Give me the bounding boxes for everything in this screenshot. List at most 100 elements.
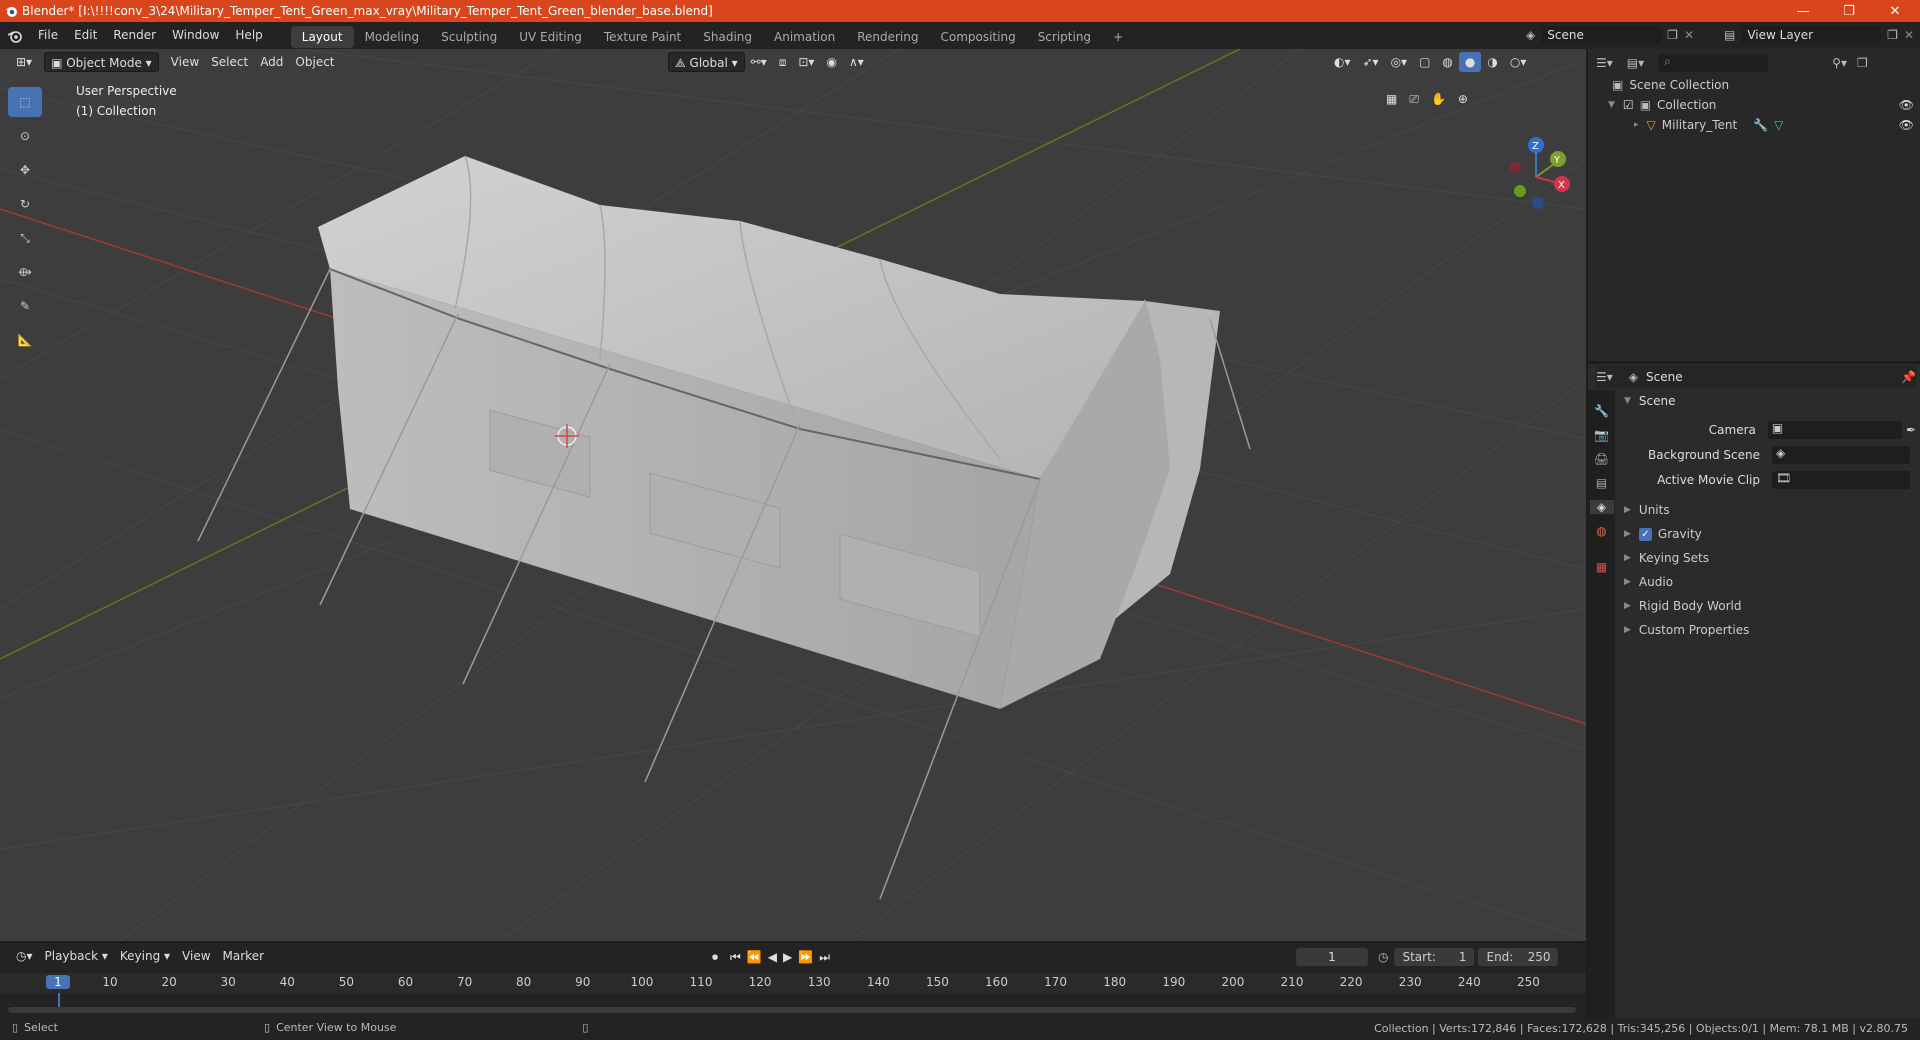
blender-menu-icon[interactable]: [0, 29, 30, 43]
outliner-search-input[interactable]: ⌕: [1658, 54, 1769, 72]
next-keyframe-button[interactable]: ⏩: [798, 950, 813, 964]
render-tab-icon[interactable]: 📷: [1594, 428, 1609, 442]
frame-ruler[interactable]: 1 10 20 30 40 50 60 70 80 90 100 110 120 130 140 150 160…: [0, 973, 1586, 993]
proportional-edit-icon[interactable]: ◉: [820, 52, 842, 72]
close-button[interactable]: ✕: [1872, 0, 1918, 22]
snap-target-icon[interactable]: ⊡▾: [792, 52, 820, 72]
pivot-icon[interactable]: ⚯▾: [745, 52, 773, 72]
marker-menu[interactable]: Marker: [217, 946, 270, 966]
expand-collection-icon[interactable]: ▼: [1608, 100, 1615, 110]
outliner-editor-icon[interactable]: ☰▾: [1596, 56, 1613, 70]
viewport-scene[interactable]: Z Y X: [0, 49, 1586, 941]
world-tab-icon[interactable]: ◍: [1596, 524, 1606, 538]
3d-viewport[interactable]: Z Y X User Perspective (1) Collection ⊞▾…: [0, 49, 1586, 941]
record-button[interactable]: ⏺: [712, 950, 718, 965]
pan-hand-icon[interactable]: ✋: [1425, 89, 1452, 109]
editor-type-icon[interactable]: ⊞▾: [10, 52, 38, 72]
tab-uv-editing[interactable]: UV Editing: [508, 26, 593, 48]
scene-section-header[interactable]: ▼ Scene: [1624, 394, 1676, 408]
tab-texture-paint[interactable]: Texture Paint: [593, 26, 692, 48]
custom-properties-panel[interactable]: ▶ Custom Properties: [1624, 623, 1749, 637]
maximize-button[interactable]: ❐: [1826, 0, 1872, 22]
camera-view-icon[interactable]: ⎚: [1403, 89, 1425, 109]
timeline-scrollbar[interactable]: [8, 1007, 1576, 1013]
clock-icon[interactable]: ◷: [1378, 950, 1388, 964]
tab-compositing[interactable]: Compositing: [929, 26, 1026, 48]
rigid-body-world-panel[interactable]: ▶ Rigid Body World: [1624, 599, 1741, 613]
play-button[interactable]: ▶: [783, 950, 792, 964]
collection-visibility-icon[interactable]: 👁: [1899, 98, 1914, 112]
end-frame-field[interactable]: End: 250: [1478, 948, 1559, 966]
move-tool[interactable]: ✥: [8, 155, 42, 185]
select-menu[interactable]: Select: [205, 52, 254, 72]
visibility-icon[interactable]: ◐▾: [1328, 52, 1357, 72]
scene-selector[interactable]: Scene: [1541, 26, 1662, 44]
current-frame-field[interactable]: 1: [1296, 948, 1368, 966]
start-frame-field[interactable]: Start: 1: [1394, 948, 1475, 966]
new-view-layer-icon[interactable]: ❐: [1887, 28, 1898, 42]
scene-tab-icon[interactable]: ◈: [1589, 500, 1614, 514]
units-panel[interactable]: ▶ Units: [1624, 503, 1670, 517]
outliner-collection-row[interactable]: ▼ ☑ ▣ Collection 👁: [1608, 98, 1914, 112]
cursor-tool[interactable]: ⊙: [8, 121, 42, 151]
eyedropper-icon[interactable]: ✒: [1906, 423, 1916, 437]
xray-icon[interactable]: ▢: [1413, 52, 1436, 72]
tab-animation[interactable]: Animation: [763, 26, 846, 48]
gizmo-toggle-icon[interactable]: ➶▾: [1357, 52, 1385, 72]
output-tab-icon[interactable]: 🖨: [1594, 452, 1609, 466]
timeline-view-menu[interactable]: View: [176, 946, 216, 966]
keying-menu[interactable]: Keying ▾: [114, 946, 176, 966]
snap-icon[interactable]: ⧈: [773, 52, 793, 72]
menu-render[interactable]: Render: [105, 22, 164, 49]
tab-scripting[interactable]: Scripting: [1027, 26, 1102, 48]
tab-modeling[interactable]: Modeling: [354, 26, 431, 48]
navigation-gizmo[interactable]: Z Y X: [1509, 137, 1570, 209]
display-mode-icon[interactable]: ▤▾: [1627, 56, 1644, 70]
select-box-tool[interactable]: ⬚: [8, 87, 42, 117]
object-menu[interactable]: Object: [289, 52, 340, 72]
overlay-icon[interactable]: ◎▾: [1385, 52, 1414, 72]
camera-field[interactable]: ▣: [1767, 421, 1902, 439]
modifier-icon[interactable]: 🔧: [1753, 118, 1768, 132]
rotate-tool[interactable]: ↻: [8, 189, 42, 219]
annotate-tool[interactable]: ✎: [8, 291, 42, 321]
wireframe-shading-icon[interactable]: ◍: [1436, 52, 1458, 72]
mesh-data-icon[interactable]: ▽: [1774, 118, 1783, 132]
audio-panel[interactable]: ▶ Audio: [1624, 575, 1673, 589]
prev-keyframe-button[interactable]: ⏪: [747, 950, 762, 964]
menu-edit[interactable]: Edit: [66, 22, 105, 49]
tab-rendering[interactable]: Rendering: [846, 26, 929, 48]
view-layer-tab-icon[interactable]: ▤: [1596, 476, 1607, 490]
solid-shading-icon[interactable]: ●: [1458, 52, 1482, 72]
add-menu[interactable]: Add: [254, 52, 289, 72]
tool-tab-icon[interactable]: 🔧: [1594, 404, 1609, 418]
gravity-checkbox[interactable]: ✓: [1638, 527, 1652, 541]
timeline-editor-icon[interactable]: ◷▾: [10, 946, 39, 966]
falloff-icon[interactable]: ∧▾: [843, 52, 870, 72]
mode-dropdown[interactable]: ▣ Object Mode ▾: [44, 52, 159, 72]
tab-sculpting[interactable]: Sculpting: [430, 26, 508, 48]
texture-tab-icon[interactable]: ▦: [1596, 560, 1607, 574]
playback-menu[interactable]: Playback ▾: [39, 946, 114, 966]
keying-sets-panel[interactable]: ▶ Keying Sets: [1624, 551, 1709, 565]
military-tent-model[interactable]: [197, 155, 1251, 900]
menu-help[interactable]: Help: [227, 22, 270, 49]
material-shading-icon[interactable]: ◑: [1481, 52, 1503, 72]
orientation-dropdown[interactable]: ⟁ Global ▾: [668, 52, 745, 72]
scale-tool[interactable]: ⤡: [8, 223, 42, 253]
jump-start-button[interactable]: ⏮: [730, 950, 741, 965]
background-scene-field[interactable]: ◈: [1772, 446, 1910, 464]
collection-checkbox[interactable]: ☑: [1623, 98, 1634, 112]
menu-window[interactable]: Window: [164, 22, 227, 49]
play-reverse-button[interactable]: ◀: [768, 950, 777, 964]
view-menu[interactable]: View: [165, 52, 205, 72]
gravity-panel[interactable]: ▶ ✓ Gravity: [1624, 527, 1702, 541]
tab-shading[interactable]: Shading: [692, 26, 763, 48]
filter-icon[interactable]: ⚲▾: [1832, 56, 1847, 70]
new-collection-icon[interactable]: ❐: [1857, 56, 1868, 70]
jump-end-button[interactable]: ⏭: [819, 950, 830, 965]
view-layer-selector[interactable]: View Layer: [1741, 26, 1882, 44]
expand-object-icon[interactable]: ▸: [1634, 120, 1639, 130]
tab-layout[interactable]: Layout: [290, 25, 354, 48]
add-workspace-button[interactable]: +: [1102, 26, 1134, 48]
